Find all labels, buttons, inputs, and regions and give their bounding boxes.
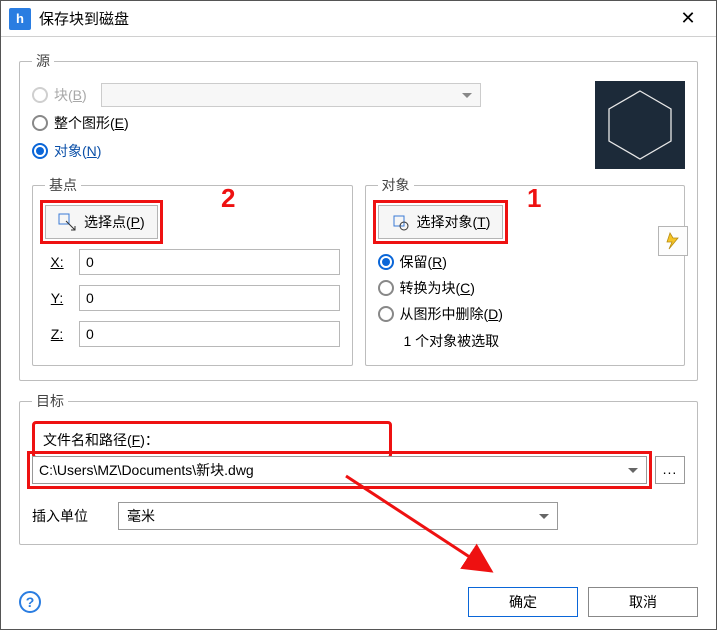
group-objects-legend: 对象 bbox=[378, 175, 414, 195]
group-destination: 目标 文件名和路径(F)： C:\Users\MZ\Documents\新块.d… bbox=[19, 391, 698, 545]
radio-entire-label: 整个图形(E) bbox=[54, 113, 129, 133]
select-objects-button[interactable]: 选择对象(T) bbox=[378, 205, 504, 239]
objects-status: 1 个对象被选取 bbox=[404, 331, 673, 351]
radio-entire-indicator bbox=[32, 115, 48, 131]
radio-entire-drawing[interactable]: 整个图形(E) bbox=[32, 109, 585, 137]
path-value: C:\Users\MZ\Documents\新块.dwg bbox=[39, 460, 254, 480]
group-source-legend: 源 bbox=[32, 51, 54, 71]
radio-convert[interactable]: 转换为块(C) bbox=[378, 275, 673, 301]
group-basepoint: 基点 选择点(P) X: Y: bbox=[32, 175, 353, 366]
ok-button[interactable]: 确定 bbox=[468, 587, 578, 617]
z-input[interactable] bbox=[79, 321, 340, 347]
radio-delete[interactable]: 从图形中删除(D) bbox=[378, 301, 673, 327]
browse-button[interactable]: ... bbox=[655, 456, 685, 484]
cancel-button[interactable]: 取消 bbox=[588, 587, 698, 617]
app-icon: h bbox=[9, 8, 31, 30]
titlebar: h 保存块到磁盘 ✕ bbox=[1, 1, 716, 37]
units-combo[interactable]: 毫米 bbox=[118, 502, 558, 530]
x-input[interactable] bbox=[79, 249, 340, 275]
quick-select-button[interactable] bbox=[658, 226, 688, 256]
dialog-window: h 保存块到磁盘 ✕ 源 块(B) 整个图形(E) bbox=[0, 0, 717, 630]
select-objects-icon bbox=[391, 213, 409, 231]
z-label: Z: bbox=[45, 326, 69, 342]
radio-block-label: 块(B) bbox=[54, 85, 87, 105]
units-value: 毫米 bbox=[127, 506, 155, 526]
pick-point-button[interactable]: 选择点(P) bbox=[45, 205, 158, 239]
x-label: X: bbox=[45, 254, 69, 270]
block-combo bbox=[101, 83, 481, 107]
radio-block: 块(B) bbox=[32, 81, 585, 109]
y-input[interactable] bbox=[79, 285, 340, 311]
radio-delete-label: 从图形中删除(D) bbox=[400, 304, 503, 324]
group-destination-legend: 目标 bbox=[32, 391, 68, 411]
group-basepoint-legend: 基点 bbox=[45, 175, 81, 195]
radio-retain[interactable]: 保留(R) bbox=[378, 249, 673, 275]
radio-retain-indicator bbox=[378, 254, 394, 270]
radio-convert-indicator bbox=[378, 280, 394, 296]
preview-thumbnail bbox=[595, 81, 685, 169]
radio-objects[interactable]: 对象(N) bbox=[32, 137, 585, 165]
y-label: Y: bbox=[45, 290, 69, 306]
help-button[interactable]: ? bbox=[19, 591, 41, 613]
units-label: 插入单位 bbox=[32, 506, 88, 526]
radio-convert-label: 转换为块(C) bbox=[400, 278, 475, 298]
select-objects-label: 选择对象(T) bbox=[417, 212, 491, 232]
close-button[interactable]: ✕ bbox=[668, 8, 708, 29]
radio-retain-label: 保留(R) bbox=[400, 252, 447, 272]
group-objects: 对象 选择对象(T) 保留(R) bbox=[365, 175, 686, 366]
pick-point-label: 选择点(P) bbox=[84, 212, 145, 232]
pick-point-icon bbox=[58, 213, 76, 231]
group-source: 源 块(B) 整个图形(E) 对象(N) bbox=[19, 51, 698, 381]
annotation-2: 2 bbox=[221, 183, 235, 214]
radio-delete-indicator bbox=[378, 306, 394, 322]
dialog-footer: ? 确定 取消 bbox=[19, 587, 698, 617]
annotation-1: 1 bbox=[527, 183, 541, 214]
lightning-icon bbox=[664, 232, 682, 250]
radio-block-indicator bbox=[32, 87, 48, 103]
radio-objects-indicator bbox=[32, 143, 48, 159]
path-label: 文件名和路径(F)： bbox=[43, 430, 381, 450]
hexagon-icon bbox=[595, 81, 685, 169]
window-title: 保存块到磁盘 bbox=[39, 8, 668, 29]
radio-objects-label: 对象(N) bbox=[54, 141, 101, 161]
path-combo[interactable]: C:\Users\MZ\Documents\新块.dwg bbox=[32, 456, 647, 484]
